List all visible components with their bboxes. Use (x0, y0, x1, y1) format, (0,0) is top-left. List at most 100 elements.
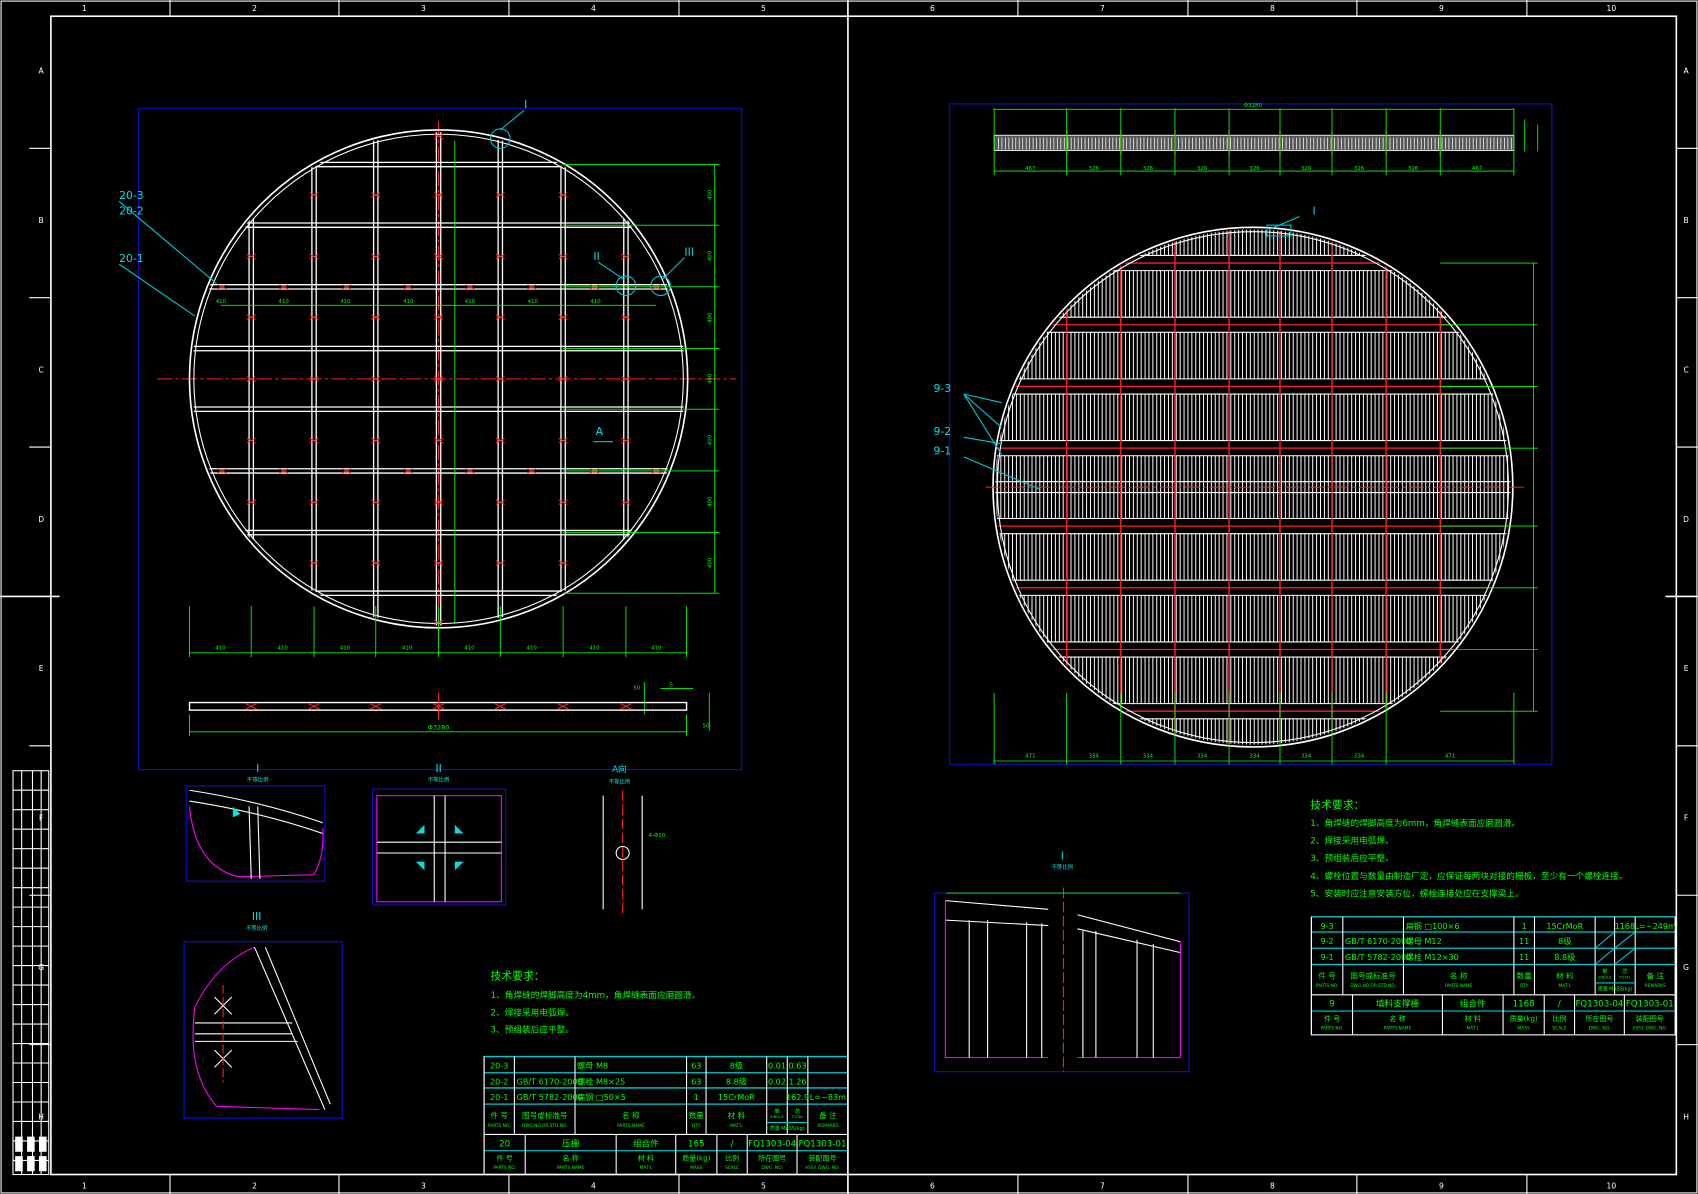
dimension-text: 410 (464, 646, 475, 652)
ruler-column-label: 5 (761, 4, 766, 13)
header-cell-en: SINGLE (1598, 975, 1612, 980)
dimension-text: 334 (1301, 754, 1312, 760)
table-cell: 螺栓 M12×30 (1406, 952, 1459, 962)
title-column-block (15, 1156, 23, 1172)
callout-label: 9-1 (933, 445, 951, 458)
dimension-text: 326 (1354, 166, 1365, 172)
leader-line (597, 261, 625, 280)
mass-label: 质量 MASS(kg) (1598, 985, 1633, 992)
table-cell: 螺母 M12 (1406, 936, 1442, 946)
table-cell: 扁钢 □100×6 (1406, 921, 1460, 931)
dimension-text: 400 (707, 373, 713, 384)
leader-line (963, 436, 1002, 445)
header-cell: 图号或标准号 (522, 1110, 568, 1120)
table-cell: 20-3 (490, 1060, 508, 1070)
drawing-frame (0, 0, 1698, 1194)
assembly-header: 质量(kg) (1510, 1014, 1538, 1023)
ruler-column-label: 6 (930, 4, 935, 13)
assembly-cell: / (1558, 1000, 1561, 1010)
assembly-cell: FQ1303-04 (1575, 1000, 1623, 1010)
mass-label: 质量 MASS(kg) (770, 1125, 805, 1132)
dimension-text: 410 (465, 299, 476, 305)
ruler-row-label: A (39, 67, 45, 76)
table-cell: 1 (1522, 921, 1527, 931)
assembly-cell: FQ1303-01 (798, 1139, 846, 1149)
leader-line (499, 109, 525, 131)
dimension-text: 326 (1249, 166, 1260, 172)
note-item: 1、角焊缝的焊脚高度为6mm，角焊缝表面应磨圆滑。 (1310, 817, 1520, 829)
dimension-text: 410 (528, 299, 539, 305)
packing-support-grid-plan-view: Φ3280 467 326 326 326 326 326 326 326 467 471 334 3… (949, 103, 1553, 765)
parts-lists: 20-3 螺母 M8 63 8级 0.01 0.6320-2 GB/T 6170-2000螺… (483, 916, 1676, 1176)
header-cell-en: QTY. (1520, 983, 1529, 989)
header-cell: 名 称 (622, 1110, 640, 1120)
ruler-row-label: E (39, 664, 44, 673)
assembly-header-en: SCALE (725, 1165, 739, 1171)
dimension-text: 400 (707, 496, 713, 507)
detail-circle (490, 128, 511, 149)
dimension-text: 334 (1143, 754, 1154, 760)
ruler-row-label: A (1683, 67, 1689, 76)
table-cell: 8.8级 (1554, 952, 1575, 962)
ruler-row-label: C (39, 365, 44, 374)
table-cell: 1 (694, 1092, 699, 1102)
ruler-row-label: B (1683, 216, 1688, 225)
ruler-row-label: E (1684, 664, 1689, 673)
dimension-text: 410 (340, 299, 351, 305)
header-cell-en: MAT'L (1558, 983, 1571, 989)
callout-label: II (593, 250, 599, 263)
callout-label: A (596, 425, 604, 438)
assembly-header: 所在图号 (1585, 1014, 1613, 1023)
dimension-text: 334 (1249, 754, 1260, 760)
assembly-header-en: PARTS NO. (1321, 1025, 1344, 1031)
table-cell: 螺母 M8 (577, 1060, 608, 1070)
header-cell: 件 号 (490, 1110, 508, 1120)
dimension-text: 410 (216, 299, 227, 305)
assembly-cell: 9 (1329, 1000, 1335, 1010)
header-cell-en: TOTAL (791, 1114, 805, 1119)
leader-line (963, 393, 1003, 428)
leader-line (662, 257, 685, 280)
ruler-column-label: 8 (1270, 4, 1275, 13)
assembly-header-en: ASSY. DWG. NO. (805, 1165, 840, 1171)
header-cell-en: PARTS NAME (1445, 983, 1473, 989)
overall-diameter: Φ3280 (428, 724, 450, 732)
callout-label: 20-1 (119, 252, 144, 265)
table-cell: GB/T 6170-2000 (517, 1077, 583, 1087)
table-cell: 8级 (730, 1060, 743, 1070)
title-column-block (27, 1136, 35, 1152)
table-diagonal (1614, 931, 1636, 949)
header-cell: 材 料 (1556, 971, 1574, 981)
table-cell: 9-3 (1320, 921, 1333, 931)
dimension-text: 410 (590, 299, 601, 305)
detail-title: I (1061, 850, 1064, 863)
header-cell-en: QTY. (692, 1123, 701, 1129)
header-cell: 备 注 (1646, 971, 1664, 981)
assembly-cell: FQ1303-01 (1626, 1000, 1674, 1010)
assembly-cell: 压栅 (562, 1138, 580, 1149)
ruler-column-label: 5 (761, 1182, 766, 1191)
assembly-header: 质量(kg) (682, 1153, 710, 1162)
ruler-column-label: 9 (1439, 4, 1444, 13)
ruler-column-label: 3 (421, 1182, 426, 1191)
ruler-column-label: 3 (421, 4, 426, 13)
assembly-header: 装配图号 (1636, 1014, 1664, 1023)
note-item: 3、预组装后应平整。 (491, 1024, 574, 1036)
dimension-text: 5 (670, 682, 673, 688)
dimension-text: 326 (1301, 166, 1312, 172)
table-cell: GB/T 6170-2000 (1345, 936, 1411, 946)
dimension-text: 471 (1025, 754, 1035, 760)
leader-line (1268, 216, 1300, 230)
table-cell: 63 (691, 1077, 701, 1087)
header-cell: 数量 (1517, 971, 1533, 981)
ruler-row-label: D (1683, 515, 1689, 524)
assembly-cell: 填料支撑栅 (1376, 998, 1420, 1010)
assembly-header: 件 号 (497, 1153, 513, 1162)
dimension-text: 410 (589, 646, 600, 652)
assembly-header-en: PARTS NO. (493, 1165, 516, 1171)
dimension-text: 326 (1197, 166, 1208, 172)
dimension-text: 410 (527, 646, 538, 652)
assembly-header: 比例 (1552, 1014, 1566, 1023)
assembly-header-en: MAT'L (640, 1165, 653, 1171)
dimension-text: 334 (1354, 754, 1365, 760)
